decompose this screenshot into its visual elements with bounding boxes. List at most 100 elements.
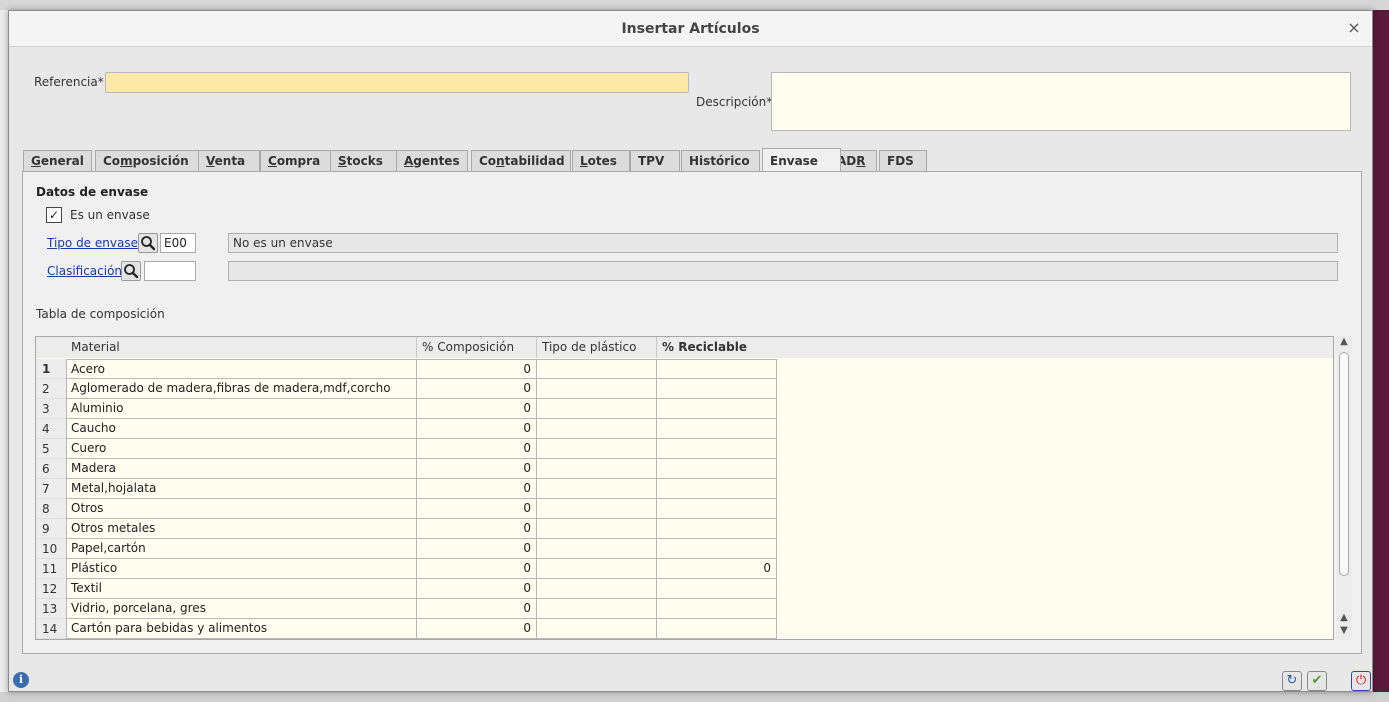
tab-stocks[interactable]: Stocks [330,150,398,171]
cell-composicion[interactable]: 0 [417,479,537,499]
cell-material[interactable]: Aglomerado de madera,fibras de madera,md… [66,379,417,399]
tab-historico[interactable]: Histórico [681,150,760,171]
tab-venta[interactable]: Venta [198,150,260,171]
cell-tipo-plastico[interactable] [537,419,657,439]
row-number[interactable]: 7 [36,479,66,499]
tab-general[interactable]: General [23,150,92,171]
exit-button[interactable]: ⏻ [1351,671,1371,691]
cell-reciclable[interactable] [657,459,777,479]
scroll-up-icon[interactable]: ▲ [1336,336,1352,347]
cell-tipo-plastico[interactable] [537,599,657,619]
cell-composicion[interactable]: 0 [417,619,537,639]
scroll-up-small-icon[interactable]: ▲ [1336,612,1352,623]
cell-reciclable[interactable] [657,379,777,399]
cell-tipo-plastico[interactable] [537,619,657,639]
row-number[interactable]: 2 [36,379,66,399]
cell-composicion[interactable]: 0 [417,379,537,399]
row-number[interactable]: 12 [36,579,66,599]
cell-tipo-plastico[interactable] [537,519,657,539]
cell-material[interactable]: Madera [66,459,417,479]
referencia-input[interactable] [105,72,689,93]
cell-composicion[interactable]: 0 [417,579,537,599]
row-number[interactable]: 8 [36,499,66,519]
row-number[interactable]: 14 [36,619,66,639]
row-number[interactable]: 1 [36,359,66,379]
cell-material[interactable]: Cartón para bebidas y alimentos [66,619,417,639]
tab-contabilidad[interactable]: Contabilidad [471,150,571,171]
cell-material[interactable]: Metal,hojalata [66,479,417,499]
cell-reciclable[interactable] [657,439,777,459]
scrollbar-thumb[interactable] [1339,352,1349,576]
cell-reciclable[interactable] [657,359,777,379]
cell-composicion[interactable]: 0 [417,359,537,379]
refresh-button[interactable]: ↻ [1282,671,1302,691]
cell-composicion[interactable]: 0 [417,539,537,559]
cell-tipo-plastico[interactable] [537,439,657,459]
clasificacion-link[interactable]: Clasificación [47,264,122,278]
cell-material[interactable]: Textil [66,579,417,599]
table-vertical-scrollbar[interactable]: ▲ ▲ ▼ [1336,336,1352,640]
cell-reciclable[interactable] [657,599,777,619]
cell-tipo-plastico[interactable] [537,399,657,419]
cell-composicion[interactable]: 0 [417,399,537,419]
cell-composicion[interactable]: 0 [417,419,537,439]
tab-fds[interactable]: FDS [879,150,927,171]
cell-tipo-plastico[interactable] [537,359,657,379]
cell-composicion[interactable]: 0 [417,559,537,579]
tab-tpv[interactable]: TPV [630,150,680,171]
cell-material[interactable]: Cuero [66,439,417,459]
header-composicion[interactable]: % Composición [417,337,537,358]
cell-reciclable[interactable] [657,519,777,539]
cell-material[interactable]: Aluminio [66,399,417,419]
row-number[interactable]: 3 [36,399,66,419]
cell-composicion[interactable]: 0 [417,459,537,479]
cell-tipo-plastico[interactable] [537,479,657,499]
cell-reciclable[interactable] [657,499,777,519]
tab-lotes[interactable]: Lotes [572,150,630,171]
cell-composicion[interactable]: 0 [417,599,537,619]
cell-tipo-plastico[interactable] [537,379,657,399]
cell-reciclable[interactable] [657,479,777,499]
tipo-envase-code-input[interactable]: E00 [160,233,196,253]
tipo-envase-search-button[interactable] [138,233,158,253]
header-reciclable[interactable]: % Reciclable [657,337,777,358]
cell-tipo-plastico[interactable] [537,539,657,559]
row-number[interactable]: 11 [36,559,66,579]
cell-reciclable[interactable] [657,619,777,639]
cell-composicion[interactable]: 0 [417,519,537,539]
cell-tipo-plastico[interactable] [537,579,657,599]
cell-reciclable[interactable] [657,579,777,599]
accept-button[interactable]: ✔ [1307,671,1327,691]
cell-reciclable[interactable]: 0 [657,559,777,579]
cell-reciclable[interactable] [657,539,777,559]
cell-composicion[interactable]: 0 [417,499,537,519]
row-number[interactable]: 5 [36,439,66,459]
tab-envase[interactable]: Envase [762,148,841,171]
tab-compra[interactable]: Compra [260,150,331,171]
row-number[interactable]: 10 [36,539,66,559]
cell-material[interactable]: Papel,cartón [66,539,417,559]
header-tipo-plastico[interactable]: Tipo de plástico [537,337,657,358]
cell-reciclable[interactable] [657,419,777,439]
es-envase-checkbox[interactable]: ✓ [46,207,62,223]
row-number[interactable]: 9 [36,519,66,539]
clasificacion-search-button[interactable] [121,261,141,281]
cell-tipo-plastico[interactable] [537,499,657,519]
cell-tipo-plastico[interactable] [537,459,657,479]
header-material[interactable]: Material [66,337,417,358]
scroll-down-icon[interactable]: ▼ [1336,625,1352,636]
cell-reciclable[interactable] [657,399,777,419]
cell-material[interactable]: Otros [66,499,417,519]
row-number[interactable]: 13 [36,599,66,619]
cell-composicion[interactable]: 0 [417,439,537,459]
cell-material[interactable]: Vidrio, porcelana, gres [66,599,417,619]
tipo-envase-link[interactable]: Tipo de envase [47,236,138,250]
cell-tipo-plastico[interactable] [537,559,657,579]
cell-material[interactable]: Otros metales [66,519,417,539]
clasificacion-code-input[interactable] [144,261,196,281]
tab-agentes[interactable]: Agentes [396,150,468,171]
close-button[interactable]: × [1344,17,1364,39]
row-number[interactable]: 6 [36,459,66,479]
row-number[interactable]: 4 [36,419,66,439]
cell-material[interactable]: Caucho [66,419,417,439]
